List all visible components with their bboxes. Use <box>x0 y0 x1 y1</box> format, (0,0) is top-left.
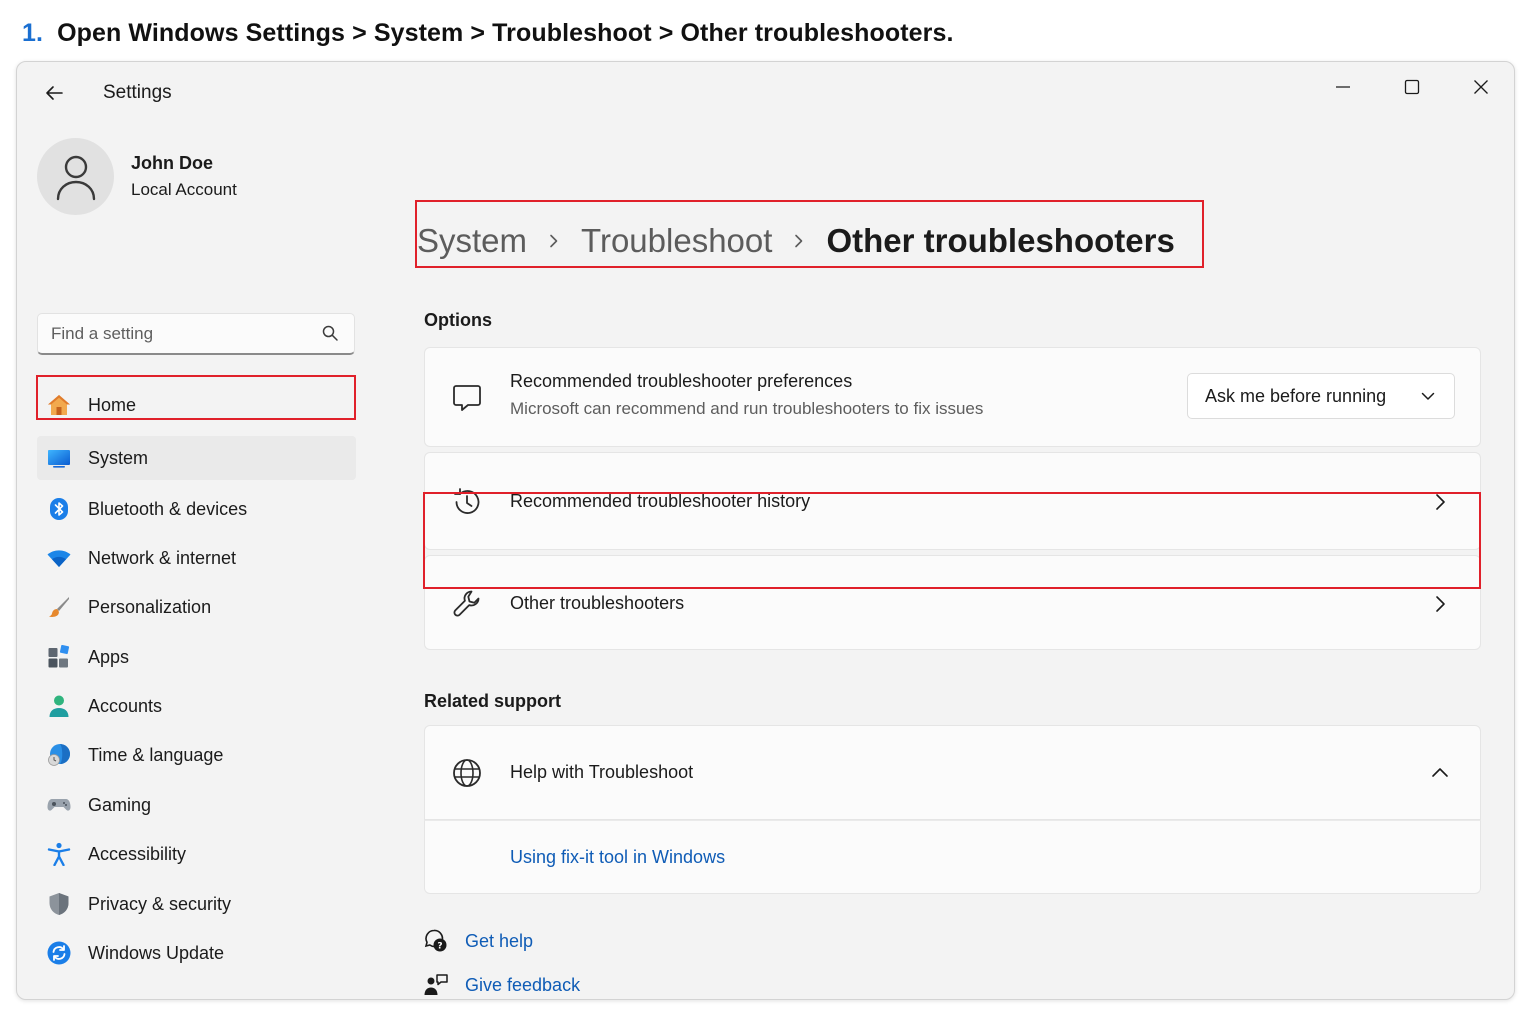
accessibility-icon <box>47 842 71 866</box>
home-icon <box>48 395 70 415</box>
chevron-down-icon <box>1421 392 1435 400</box>
sidebar-item-system[interactable]: System <box>37 436 356 480</box>
sidebar-item-windows-update[interactable]: Windows Update <box>37 931 356 975</box>
sidebar-item-label: Personalization <box>88 596 212 617</box>
sidebar-item-privacy[interactable]: Privacy & security <box>37 882 356 926</box>
back-button[interactable] <box>39 78 69 108</box>
arrow-left-icon <box>46 86 63 100</box>
gamepad-icon <box>47 799 71 811</box>
settings-window: Settings John Doe Local Account Find a s… <box>16 61 1515 1000</box>
wrench-icon <box>453 590 480 617</box>
chat-bubble-icon <box>453 385 481 411</box>
give-feedback-link-row[interactable]: Give feedback <box>424 970 580 999</box>
related-support-heading: Related support <box>424 691 562 711</box>
card-subtitle: Microsoft can recommend and run troubles… <box>510 399 984 418</box>
bluetooth-icon <box>50 498 68 520</box>
maximize-button[interactable] <box>1389 70 1435 104</box>
maximize-icon <box>1404 79 1420 95</box>
sidebar-item-label: Gaming <box>88 794 152 815</box>
sidebar-item-time-language[interactable]: Time & language <box>37 733 356 777</box>
dropdown-selected-value: Ask me before running <box>1205 386 1387 406</box>
search-icon[interactable] <box>321 324 341 344</box>
sidebar-item-label: Windows Update <box>88 942 225 963</box>
step-number: 1. <box>22 18 44 47</box>
search-box <box>37 313 355 355</box>
sidebar-item-label: Accounts <box>88 695 163 716</box>
fix-it-tool-link[interactable]: Using fix-it tool in Windows <box>510 847 725 868</box>
sidebar-item-home[interactable]: Home <box>37 383 356 427</box>
get-help-link-row[interactable]: ? Get help <box>424 926 533 956</box>
history-icon <box>454 488 480 514</box>
close-icon <box>1474 80 1488 94</box>
sidebar-item-accessibility[interactable]: Accessibility <box>37 832 356 876</box>
options-heading: Options <box>424 310 492 330</box>
sidebar-item-bluetooth[interactable]: Bluetooth & devices <box>37 487 356 531</box>
svg-text:?: ? <box>437 942 442 952</box>
sidebar-item-label: Accessibility <box>88 843 187 864</box>
avatar <box>37 138 114 215</box>
profile-account-type: Local Account <box>131 180 237 199</box>
chevron-up-icon <box>1432 768 1448 777</box>
sidebar-item-label: System <box>88 447 149 468</box>
sidebar-item-apps[interactable]: Apps <box>37 635 356 679</box>
sidebar-item-label: Home <box>88 394 137 415</box>
get-help-link[interactable]: Get help <box>465 931 533 952</box>
sidebar-item-personalization[interactable]: Personalization <box>37 585 356 629</box>
user-profile[interactable]: John Doe Local Account <box>37 138 357 218</box>
sidebar-item-accounts[interactable]: Accounts <box>37 684 356 728</box>
globe-icon <box>453 759 481 787</box>
card-troubleshooter-preferences: Recommended troubleshooter preferences M… <box>424 347 1481 447</box>
minimize-button[interactable] <box>1320 70 1366 104</box>
give-feedback-link[interactable]: Give feedback <box>465 975 580 996</box>
breadcrumb-separator-icon <box>772 234 826 248</box>
brush-icon <box>49 597 69 617</box>
card-title: Recommended troubleshooter preferences <box>510 371 853 391</box>
apps-icon <box>48 645 70 668</box>
breadcrumb-system[interactable]: System <box>417 222 527 260</box>
preferences-dropdown[interactable]: Ask me before running <box>1187 373 1455 419</box>
card-title: Other troubleshooters <box>510 593 685 613</box>
sidebar-item-network[interactable]: Network & internet <box>37 536 356 580</box>
update-icon <box>47 941 71 965</box>
instruction-heading: 1. Open Windows Settings > System > Trou… <box>22 16 954 50</box>
title-bar: Settings <box>17 62 1514 124</box>
minimize-icon <box>1336 86 1350 88</box>
sidebar-item-label: Privacy & security <box>88 893 232 914</box>
sidebar-item-label: Apps <box>88 646 130 667</box>
shield-icon <box>49 893 69 915</box>
system-icon <box>48 450 70 468</box>
chevron-right-icon <box>1436 596 1445 612</box>
wifi-icon <box>47 550 71 567</box>
breadcrumb-troubleshoot[interactable]: Troubleshoot <box>581 222 772 260</box>
page-title: Other troubleshooters <box>826 222 1175 259</box>
help-chat-icon: ? <box>424 929 447 952</box>
card-help-with-troubleshoot[interactable]: Help with Troubleshoot <box>424 725 1481 820</box>
user-avatar-icon <box>56 155 95 200</box>
breadcrumb-separator-icon <box>527 234 581 248</box>
sidebar-item-gaming[interactable]: Gaming <box>37 783 356 827</box>
app-title: Settings <box>103 82 172 103</box>
chevron-right-icon <box>1436 494 1445 510</box>
sidebar-item-label: Time & language <box>88 744 224 765</box>
breadcrumb: System Troubleshoot Other troubleshooter… <box>417 216 1175 266</box>
feedback-icon <box>424 974 448 995</box>
globe-clock-icon <box>48 744 70 766</box>
sidebar-item-label: Network & internet <box>88 547 237 568</box>
card-troubleshooter-history[interactable]: Recommended troubleshooter history <box>424 452 1481 550</box>
card-help-expanded: Using fix-it tool in Windows <box>424 820 1481 894</box>
card-title: Help with Troubleshoot <box>510 762 694 782</box>
close-button[interactable] <box>1458 70 1504 104</box>
person-icon <box>49 695 69 717</box>
sidebar: John Doe Local Account Home System Bluet… <box>17 124 377 994</box>
sidebar-item-label: Bluetooth & devices <box>88 498 248 519</box>
card-other-troubleshooters[interactable]: Other troubleshooters <box>424 555 1481 650</box>
instruction-text: Open Windows Settings > System > Trouble… <box>57 18 954 47</box>
main-content: System Troubleshoot Other troubleshooter… <box>407 124 1507 995</box>
card-title: Recommended troubleshooter history <box>510 491 811 511</box>
profile-name: John Doe <box>131 153 214 173</box>
search-input[interactable] <box>38 314 318 354</box>
